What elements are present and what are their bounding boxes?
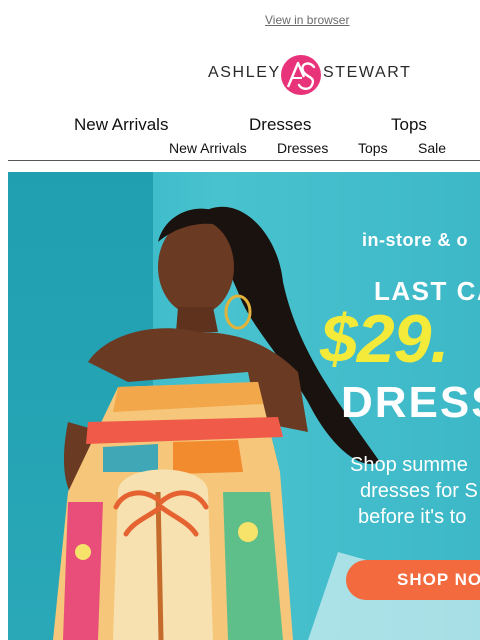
subnav-tops[interactable]: Tops [358, 140, 388, 156]
subnav-dresses[interactable]: Dresses [277, 140, 328, 156]
subnav-new-arrivals[interactable]: New Arrivals [169, 140, 247, 156]
view-in-browser-link[interactable]: View in browser [265, 13, 349, 27]
logo-monogram-icon [281, 55, 321, 95]
brand-logo[interactable]: ASHLEY STEWART [208, 54, 410, 96]
hero-subtext-line-2: dresses for S [360, 480, 478, 502]
nav-dresses[interactable]: Dresses [249, 115, 311, 135]
nav-new-arrivals[interactable]: New Arrivals [74, 115, 168, 135]
hero-subtext-line-3: before it's to [358, 506, 467, 528]
nav-divider [8, 160, 480, 161]
hero-dresses-text: DRESS [341, 378, 480, 427]
nav-tops[interactable]: Tops [391, 115, 427, 135]
hero-banner[interactable]: in-store & o LAST CA $29. DRESS Shop sum… [8, 172, 480, 640]
subnav-sale[interactable]: Sale [418, 140, 446, 156]
logo-text-right: STEWART [323, 64, 412, 81]
hero-subtext-line-1: Shop summe [350, 454, 468, 476]
logo-text-left: ASHLEY [208, 64, 281, 81]
hero-instore-text: in-store & o [362, 230, 469, 250]
shop-now-button[interactable]: SHOP NO [346, 560, 480, 600]
hero-price: $29. [320, 301, 449, 377]
